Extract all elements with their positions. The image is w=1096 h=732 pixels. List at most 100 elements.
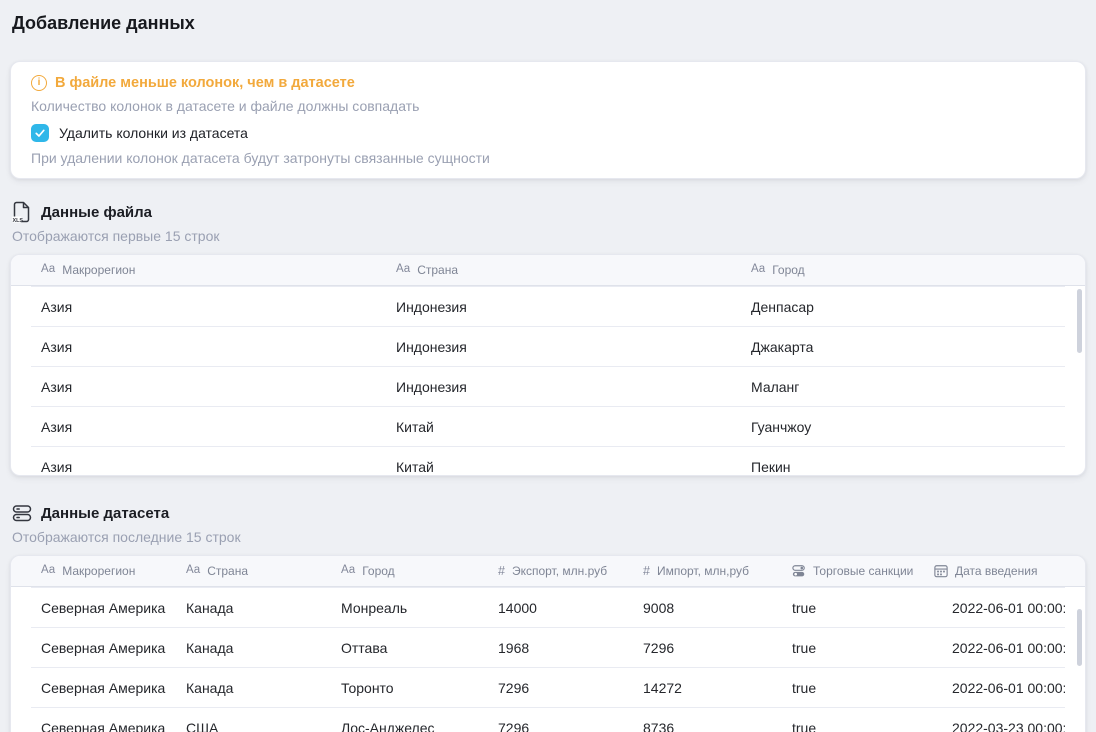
dataset-data-table-card: Аа Макрорегион Аа Страна Аа Город # Экспорт, мл… — [10, 555, 1086, 732]
table-cell: США — [176, 720, 331, 732]
table-cell: Азия — [31, 379, 386, 395]
table-cell: Гуанчжоу — [741, 419, 1065, 435]
table-cell: 8736 — [633, 720, 782, 732]
toggle-icon — [792, 564, 806, 578]
table-cell: 2022-06-01 00:00:00 — [924, 680, 1065, 696]
file-table-scrollbar[interactable] — [1077, 289, 1082, 353]
table-cell: Индонезия — [386, 339, 741, 355]
table-cell: Азия — [31, 339, 386, 355]
warning-note: При удалении колонок датасета будут затр… — [31, 149, 1065, 167]
warning-title: В файле меньше колонок, чем в датасете — [55, 75, 355, 91]
table-cell: true — [782, 720, 924, 732]
table-row: АзияКитайПекин — [31, 446, 1065, 476]
table-cell: 9008 — [633, 600, 782, 616]
column-header: Дата введения — [924, 564, 1065, 578]
dataset-data-table: Аа Макрорегион Аа Страна Аа Город # Экспорт, мл… — [11, 556, 1085, 732]
table-cell: 14000 — [488, 600, 633, 616]
file-data-subtitle: Отображаются первые 15 строк — [12, 226, 1084, 246]
table-cell: Китай — [386, 459, 741, 475]
dataset-data-section-header: Данные датасета — [12, 502, 1084, 524]
column-header: Аа Город — [331, 564, 488, 578]
table-cell: Азия — [31, 459, 386, 475]
column-header-label: Страна — [417, 263, 458, 277]
table-row: АзияИндонезияДенпасар — [31, 286, 1065, 326]
table-row: Северная АмерикаКанадаОттава19687296true… — [31, 627, 1065, 667]
table-cell: Джакарта — [741, 339, 1065, 355]
column-header: # Экспорт, млн.руб — [488, 564, 633, 578]
page-title: Добавление данных — [12, 13, 1084, 34]
table-cell: Канада — [176, 680, 331, 696]
info-circle-icon: i — [31, 75, 47, 91]
table-header-row: Аа Макрорегион Аа Страна Аа Город # Экспорт, мл… — [11, 556, 1085, 587]
column-header: Аа Макрорегион — [31, 564, 176, 578]
table-cell: Канада — [176, 600, 331, 616]
dataset-table-scrollbar[interactable] — [1077, 609, 1082, 666]
table-cell: true — [782, 640, 924, 656]
column-header-label: Экспорт, млн.руб — [512, 564, 607, 578]
table-cell: Индонезия — [386, 299, 741, 315]
file-data-section-header: XLS Данные файла — [12, 201, 1084, 223]
column-header: Аа Город — [741, 263, 1065, 277]
table-cell: Северная Америка — [31, 600, 176, 616]
delete-columns-checkbox[interactable] — [31, 124, 49, 142]
column-header-label: Импорт, млн,руб — [657, 564, 749, 578]
dataset-data-title: Данные датасета — [41, 505, 169, 522]
columns-warning-card: i В файле меньше колонок, чем в датасете… — [10, 61, 1086, 179]
xls-file-icon: XLS — [12, 201, 32, 223]
column-header-label: Страна — [207, 564, 248, 578]
table-cell: Китай — [386, 419, 741, 435]
table-cell: Монреаль — [331, 600, 488, 616]
column-header-label: Город — [362, 564, 394, 578]
text-type-icon: Аа — [41, 264, 55, 276]
text-type-icon: Аа — [41, 565, 55, 577]
text-type-icon: Аа — [396, 264, 410, 276]
table-cell: Оттава — [331, 640, 488, 656]
table-cell: Денпасар — [741, 299, 1065, 315]
table-cell: Северная Америка — [31, 720, 176, 732]
table-cell: Канада — [176, 640, 331, 656]
text-type-icon: Аа — [751, 264, 765, 276]
text-type-icon: Аа — [341, 565, 355, 577]
table-cell: Северная Америка — [31, 640, 176, 656]
column-header: Торговые санкции — [782, 564, 924, 578]
dataset-data-subtitle: Отображаются последние 15 строк — [12, 527, 1084, 547]
table-row: Северная АмерикаСШАЛос-Анджелес72968736t… — [31, 707, 1065, 732]
file-data-title: Данные файла — [41, 204, 152, 221]
table-cell: 7296 — [488, 680, 633, 696]
svg-text:XLS: XLS — [13, 218, 24, 223]
column-header-label: Торговые санкции — [813, 564, 913, 578]
table-cell: Индонезия — [386, 379, 741, 395]
table-row: Северная АмерикаКанадаМонреаль140009008t… — [31, 587, 1065, 627]
number-type-icon: # — [643, 565, 650, 578]
text-type-icon: Аа — [186, 565, 200, 577]
column-header: Аа Страна — [386, 263, 741, 277]
delete-columns-row: Удалить колонки из датасета — [31, 124, 1065, 142]
column-header: Аа Макрорегион — [31, 263, 386, 277]
table-cell: Азия — [31, 299, 386, 315]
number-type-icon: # — [498, 565, 505, 578]
column-header-label: Макрорегион — [62, 263, 135, 277]
table-cell: 2022-06-01 00:00:00 — [924, 640, 1065, 656]
table-cell: Северная Америка — [31, 680, 176, 696]
column-header-label: Макрорегион — [62, 564, 135, 578]
calendar-icon — [934, 564, 948, 578]
table-cell: 14272 — [633, 680, 782, 696]
table-cell: 1968 — [488, 640, 633, 656]
add-data-page: Добавление данных i В файле меньше колон… — [0, 13, 1096, 732]
table-row: АзияКитайГуанчжоу — [31, 406, 1065, 446]
table-cell: Пекин — [741, 459, 1065, 475]
column-header: # Импорт, млн,руб — [633, 564, 782, 578]
file-data-table: АаМакрорегионАаСтранаАаГородАзияИндонези… — [11, 255, 1085, 476]
table-cell: 7296 — [633, 640, 782, 656]
table-cell: Торонто — [331, 680, 488, 696]
table-row: Северная АмерикаКанадаТоронто729614272tr… — [31, 667, 1065, 707]
table-cell: true — [782, 680, 924, 696]
table-cell: Азия — [31, 419, 386, 435]
column-header-label: Город — [772, 263, 804, 277]
table-cell: Маланг — [741, 379, 1065, 395]
table-cell: 2022-06-01 00:00:00 — [924, 600, 1065, 616]
file-data-table-card: АаМакрорегионАаСтранаАаГородАзияИндонези… — [10, 254, 1086, 476]
column-header-label: Дата введения — [955, 564, 1037, 578]
table-cell: Лос-Анджелес — [331, 720, 488, 732]
delete-columns-label[interactable]: Удалить колонки из датасета — [59, 125, 248, 141]
